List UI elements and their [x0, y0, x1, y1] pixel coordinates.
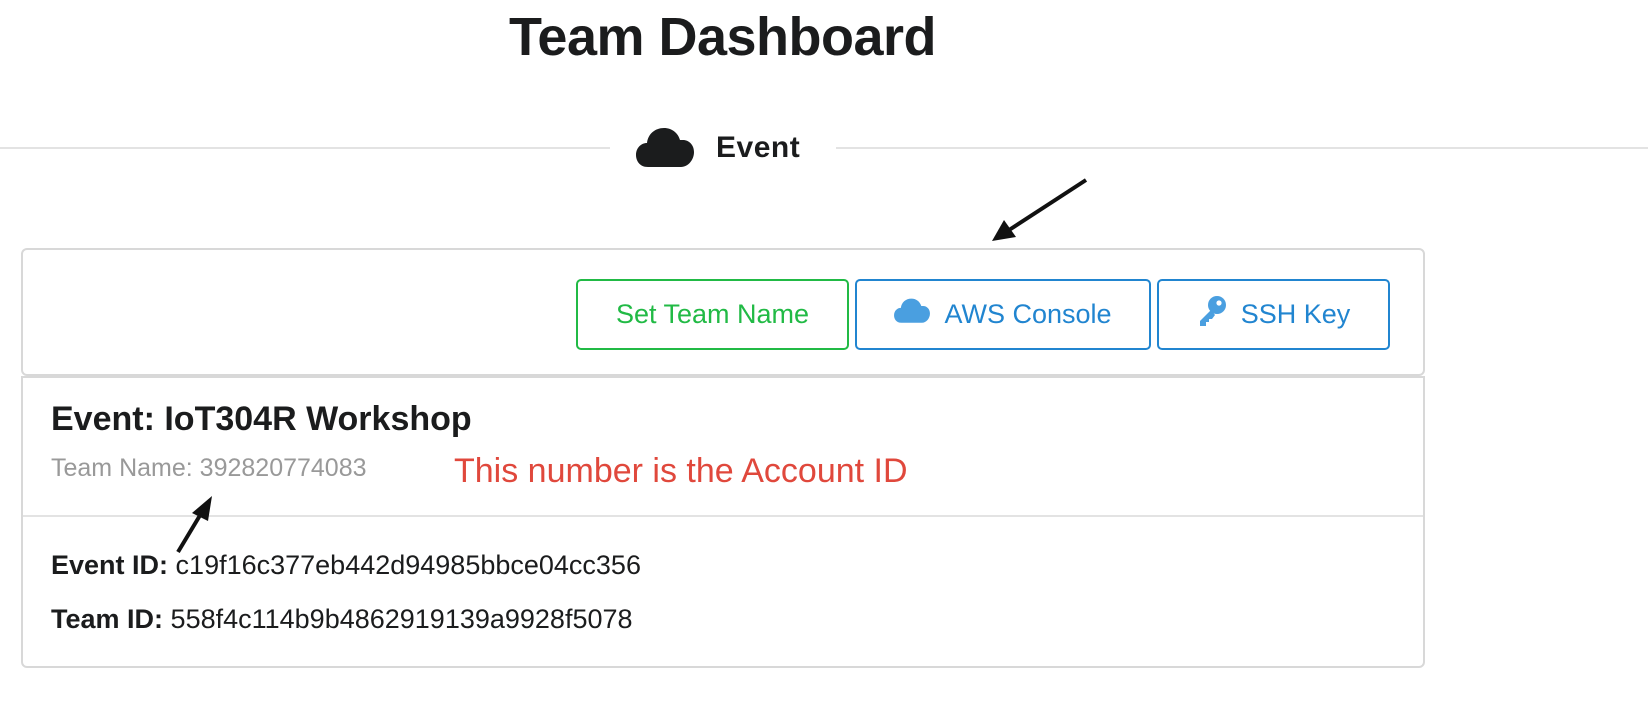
team-id-row: Team ID: 558f4c114b9b4862919139a9928f507…: [51, 604, 633, 635]
aws-console-button[interactable]: AWS Console: [855, 279, 1151, 350]
section-divider-right: [836, 147, 1648, 149]
event-info-card: Event: IoT304R Workshop Team Name: 39282…: [21, 376, 1425, 668]
set-team-name-label: Set Team Name: [615, 299, 810, 329]
section-label: Event: [716, 131, 801, 164]
event-id-value: c19f16c377eb442d94985bbce04cc356: [175, 550, 641, 580]
team-id-label: Team ID:: [51, 604, 164, 634]
team-name-value: 392820774083: [199, 454, 367, 482]
ssh-key-button[interactable]: SSH Key: [1157, 279, 1390, 350]
cloud-icon: [636, 127, 694, 169]
event-id-label: Event ID:: [51, 550, 169, 580]
set-team-name-button[interactable]: Set Team Name: [576, 279, 849, 350]
aws-console-label: AWS Console: [944, 299, 1112, 329]
event-id-row: Event ID: c19f16c377eb442d94985bbce04cc3…: [51, 550, 641, 581]
toolbar-card: Set Team Name AWS Console SSH Key: [21, 248, 1425, 376]
annotation-arrow-bottom: [176, 496, 212, 554]
event-title: Event: IoT304R Workshop: [51, 400, 472, 438]
card-separator: [23, 515, 1423, 517]
annotation-arrow-top: [992, 178, 1088, 241]
team-name-line: Team Name: 392820774083: [51, 454, 367, 483]
key-icon: [1197, 295, 1227, 334]
team-name-label: Team Name:: [51, 454, 193, 482]
account-id-annotation: This number is the Account ID: [454, 452, 908, 490]
section-divider-left: [0, 147, 610, 149]
page-title: Team Dashboard: [508, 7, 937, 67]
team-id-value: 558f4c114b9b4862919139a9928f5078: [170, 604, 633, 634]
cloud-icon: [894, 298, 931, 331]
ssh-key-label: SSH Key: [1240, 299, 1351, 329]
section-header: Event: [636, 120, 800, 176]
